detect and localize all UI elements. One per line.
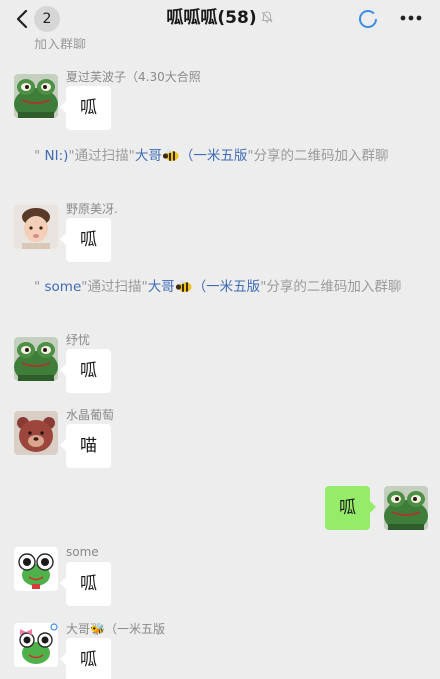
sender-name: 纾忧 xyxy=(66,333,91,347)
frog-avatar-icon xyxy=(384,486,428,530)
sender-name: 大哥🐝（一米五版 xyxy=(66,622,165,636)
avatar-cartoon-frog[interactable] xyxy=(14,547,58,591)
back-button[interactable]: 2 xyxy=(14,6,64,32)
message-bubble[interactable]: 呱 xyxy=(60,86,111,130)
more-options-icon[interactable] xyxy=(400,14,422,22)
cartoon-frog-avatar-icon xyxy=(14,547,58,591)
joined-user-link[interactable]: some xyxy=(40,279,82,295)
mute-bell-icon xyxy=(261,11,273,23)
message-bubble[interactable]: 呱 xyxy=(60,562,111,606)
chevron-left-icon xyxy=(16,9,28,29)
system-join-notice: " NI:)"通过扫描"大哥 （一米五版"分享的二维码加入群聊 xyxy=(34,148,389,164)
cartoon-frog-bow-avatar-icon xyxy=(14,623,58,667)
cut-off-system-text: 加入群聊 xyxy=(34,38,87,49)
sender-name: 野原美冴. xyxy=(66,202,118,216)
bee-emoji-icon xyxy=(175,279,192,292)
bear-avatar-icon xyxy=(14,411,58,455)
avatar-frog[interactable] xyxy=(14,337,58,381)
system-join-notice: " some"通过扫描"大哥 （一米五版"分享的二维码加入群聊 xyxy=(34,279,402,295)
chat-header: 2 呱呱呱(58) xyxy=(0,0,440,38)
sender-name: some xyxy=(66,545,99,559)
frog-avatar-icon xyxy=(14,74,58,118)
my-message-bubble[interactable]: 呱 xyxy=(325,486,376,530)
my-avatar-frog[interactable] xyxy=(384,486,428,530)
joined-user-link[interactable]: NI:) xyxy=(40,148,69,164)
avatar-bear[interactable] xyxy=(14,411,58,455)
inviter-link[interactable]: 大哥 （一米五版 xyxy=(135,148,248,164)
message-bubble[interactable]: 喵 xyxy=(60,424,111,468)
avatar-cartoon-frog-pink[interactable] xyxy=(14,623,58,667)
chat-title[interactable]: 呱呱呱(58) xyxy=(166,6,273,30)
loading-circle-icon[interactable] xyxy=(358,9,378,29)
group-name: 呱呱呱 xyxy=(166,8,218,28)
message-bubble[interactable]: 呱 xyxy=(60,218,111,262)
member-count: (58) xyxy=(217,8,257,28)
frog-avatar-icon xyxy=(14,337,58,381)
message-bubble[interactable]: 呱 xyxy=(60,349,111,393)
sender-name: 夏过芙波子（4.30大合照 xyxy=(66,70,201,84)
message-bubble[interactable]: 呱 xyxy=(60,638,111,679)
inviter-link[interactable]: 大哥 （一米五版 xyxy=(148,279,261,295)
unread-count-badge: 2 xyxy=(34,6,60,32)
bee-emoji-icon xyxy=(162,148,179,161)
avatar-baby[interactable] xyxy=(14,205,58,249)
baby-photo-avatar-icon xyxy=(14,205,58,249)
sender-name: 水晶葡萄 xyxy=(66,408,115,422)
avatar-frog[interactable] xyxy=(14,74,58,118)
